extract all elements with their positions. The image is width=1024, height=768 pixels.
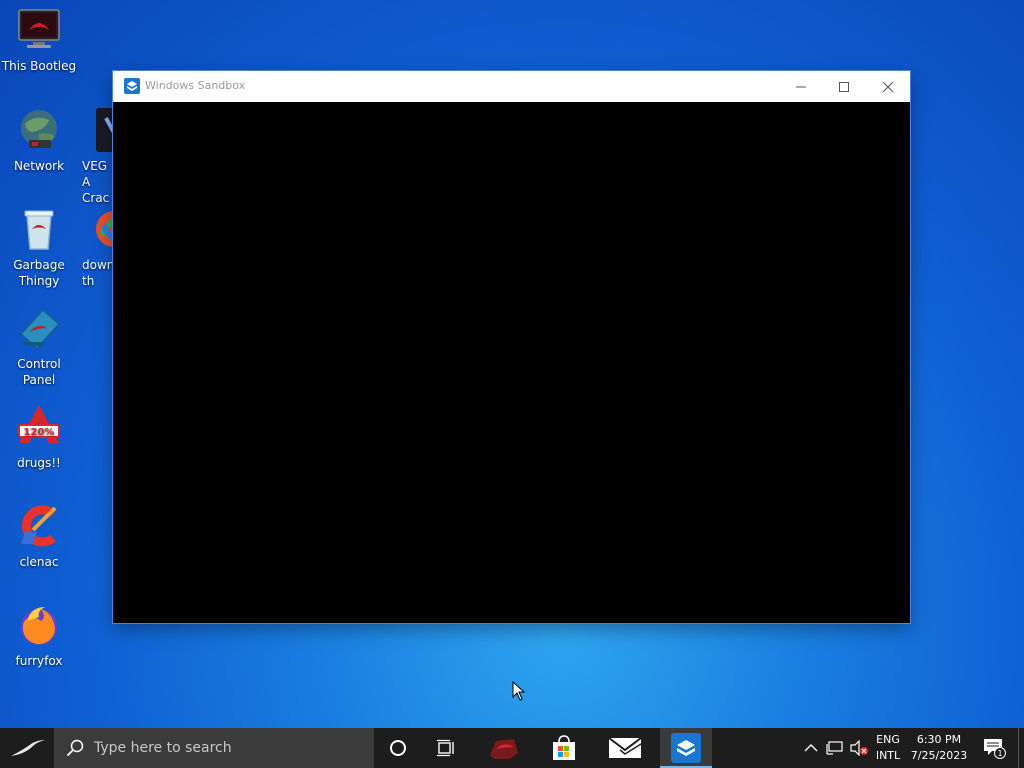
desktop-icon-this-pc[interactable]: This Bootleg bbox=[0, 6, 78, 74]
chevron-up-icon bbox=[804, 744, 818, 752]
desktop-icon-label: Network bbox=[13, 159, 65, 173]
search-placeholder: Type here to search bbox=[94, 740, 232, 756]
firefox-icon bbox=[21, 607, 57, 645]
recycle-bin-icon bbox=[24, 210, 54, 250]
desktop-icon-network[interactable]: Network bbox=[0, 106, 78, 174]
notification-icon: 1 bbox=[984, 739, 1006, 759]
desktop-icon-label: clenac bbox=[19, 555, 59, 569]
network-wired-icon bbox=[826, 741, 843, 755]
sandbox-window[interactable]: Windows Sandbox bbox=[113, 71, 910, 623]
desktop-icon-label: VEGA Crac bbox=[82, 159, 110, 205]
mail-envelope-icon bbox=[608, 737, 642, 758]
taskbar-app-store[interactable] bbox=[538, 728, 590, 768]
clock-time: 6:30 PM bbox=[916, 733, 962, 746]
taskbar-app-rog[interactable] bbox=[478, 728, 530, 768]
clock-date: 7/25/2023 bbox=[910, 749, 968, 762]
show-desktop-button[interactable] bbox=[1018, 728, 1024, 768]
taskbar-app-sandbox[interactable] bbox=[660, 728, 712, 768]
minimize-button[interactable] bbox=[779, 71, 823, 102]
rog-app-icon bbox=[490, 739, 518, 759]
cortana-circle-icon bbox=[390, 740, 406, 756]
action-center-button[interactable]: 1 bbox=[978, 728, 1010, 768]
sandbox-app-icon bbox=[671, 733, 701, 763]
search-input[interactable]: Type here to search bbox=[54, 728, 374, 768]
desktop-icon-firefox[interactable]: furryfox bbox=[0, 601, 78, 669]
window-titlebar[interactable]: Windows Sandbox bbox=[113, 71, 910, 102]
start-button[interactable] bbox=[0, 728, 54, 768]
task-view-icon bbox=[437, 739, 454, 757]
show-hidden-icons-button[interactable] bbox=[800, 728, 822, 768]
monitor-icon bbox=[18, 9, 60, 48]
task-view-button[interactable] bbox=[422, 728, 470, 768]
desktop-icon-label: Control Panel bbox=[17, 357, 61, 387]
close-icon bbox=[882, 81, 894, 92]
desktop[interactable]: This Bootleg Network VEGA Crac Garbage T… bbox=[0, 0, 1024, 728]
acrobat-app-icon: 120% bbox=[18, 405, 60, 443]
desktop-icon-acrobat[interactable]: 120% drugs!! bbox=[0, 403, 78, 471]
maximize-button[interactable] bbox=[822, 71, 866, 102]
svg-text:120%: 120% bbox=[24, 427, 55, 438]
desktop-icon-ccleaner[interactable]: clenac bbox=[0, 502, 78, 570]
desktop-icon-recycle-bin[interactable]: Garbage Thingy bbox=[0, 205, 78, 289]
desktop-icon-control-panel[interactable]: Control Panel bbox=[0, 304, 78, 388]
input-language-button[interactable]: ENG INTL bbox=[872, 732, 904, 764]
sandbox-app-icon bbox=[124, 78, 140, 94]
start-logo-icon bbox=[11, 740, 45, 756]
store-bag-icon bbox=[553, 735, 575, 760]
close-button[interactable] bbox=[866, 71, 910, 102]
search-icon bbox=[66, 739, 84, 757]
globe-network-icon bbox=[21, 110, 57, 148]
window-title: Windows Sandbox bbox=[145, 79, 246, 92]
maximize-icon bbox=[839, 81, 849, 92]
desktop-icon-label: drugs!! bbox=[17, 456, 61, 470]
speaker-muted-icon bbox=[850, 740, 868, 756]
ccleaner-icon bbox=[21, 505, 57, 547]
clock-button[interactable]: 6:30 PM 7/25/2023 bbox=[906, 732, 972, 764]
network-tray-button[interactable] bbox=[824, 728, 846, 768]
volume-tray-button[interactable] bbox=[848, 728, 870, 768]
notification-count: 1 bbox=[997, 749, 1002, 758]
minimize-icon bbox=[796, 86, 806, 87]
taskbar-app-mail[interactable] bbox=[599, 728, 651, 768]
window-content[interactable] bbox=[113, 102, 910, 623]
desktop-icon-label: This Bootleg bbox=[1, 59, 77, 73]
desktop-icon-label: down th bbox=[82, 258, 115, 288]
mouse-cursor-icon bbox=[512, 681, 526, 701]
cortana-button[interactable] bbox=[374, 728, 422, 768]
keyboard-layout: INTL bbox=[875, 749, 901, 762]
desktop-icon-label: Garbage Thingy bbox=[13, 258, 65, 288]
taskbar: Type here to search ENG INTL 6:30 PM 7/2… bbox=[0, 728, 1024, 768]
control-panel-icon bbox=[19, 308, 61, 350]
language-code: ENG bbox=[876, 733, 900, 746]
desktop-icon-label: furryfox bbox=[15, 654, 63, 668]
